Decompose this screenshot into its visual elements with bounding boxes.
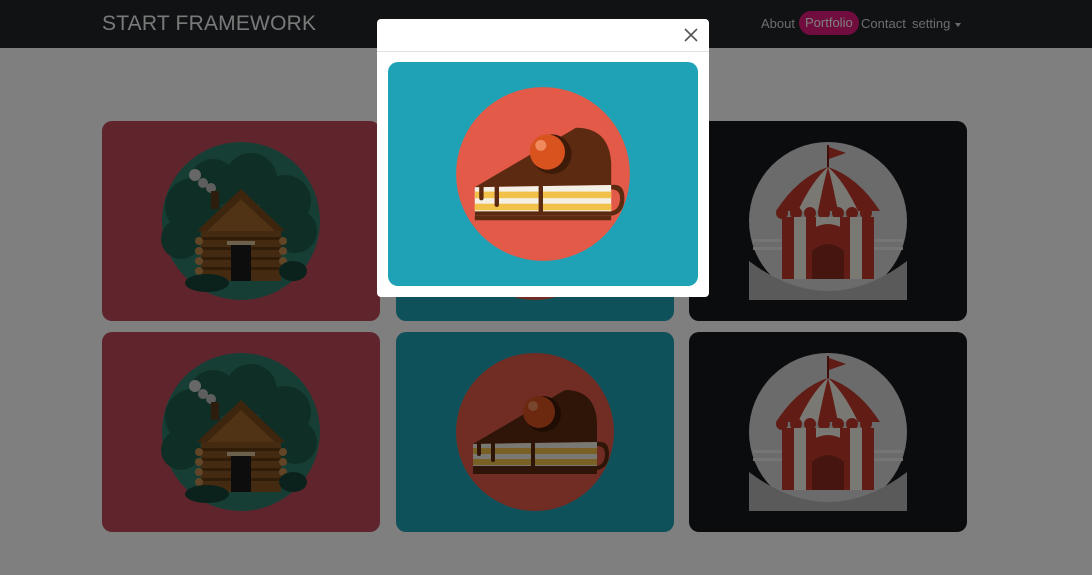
close-button[interactable] [682, 26, 700, 44]
modal-header [377, 19, 709, 52]
cake-icon [456, 87, 630, 261]
modal-dialog [377, 19, 709, 297]
close-icon [684, 28, 698, 42]
modal-image [388, 62, 698, 286]
